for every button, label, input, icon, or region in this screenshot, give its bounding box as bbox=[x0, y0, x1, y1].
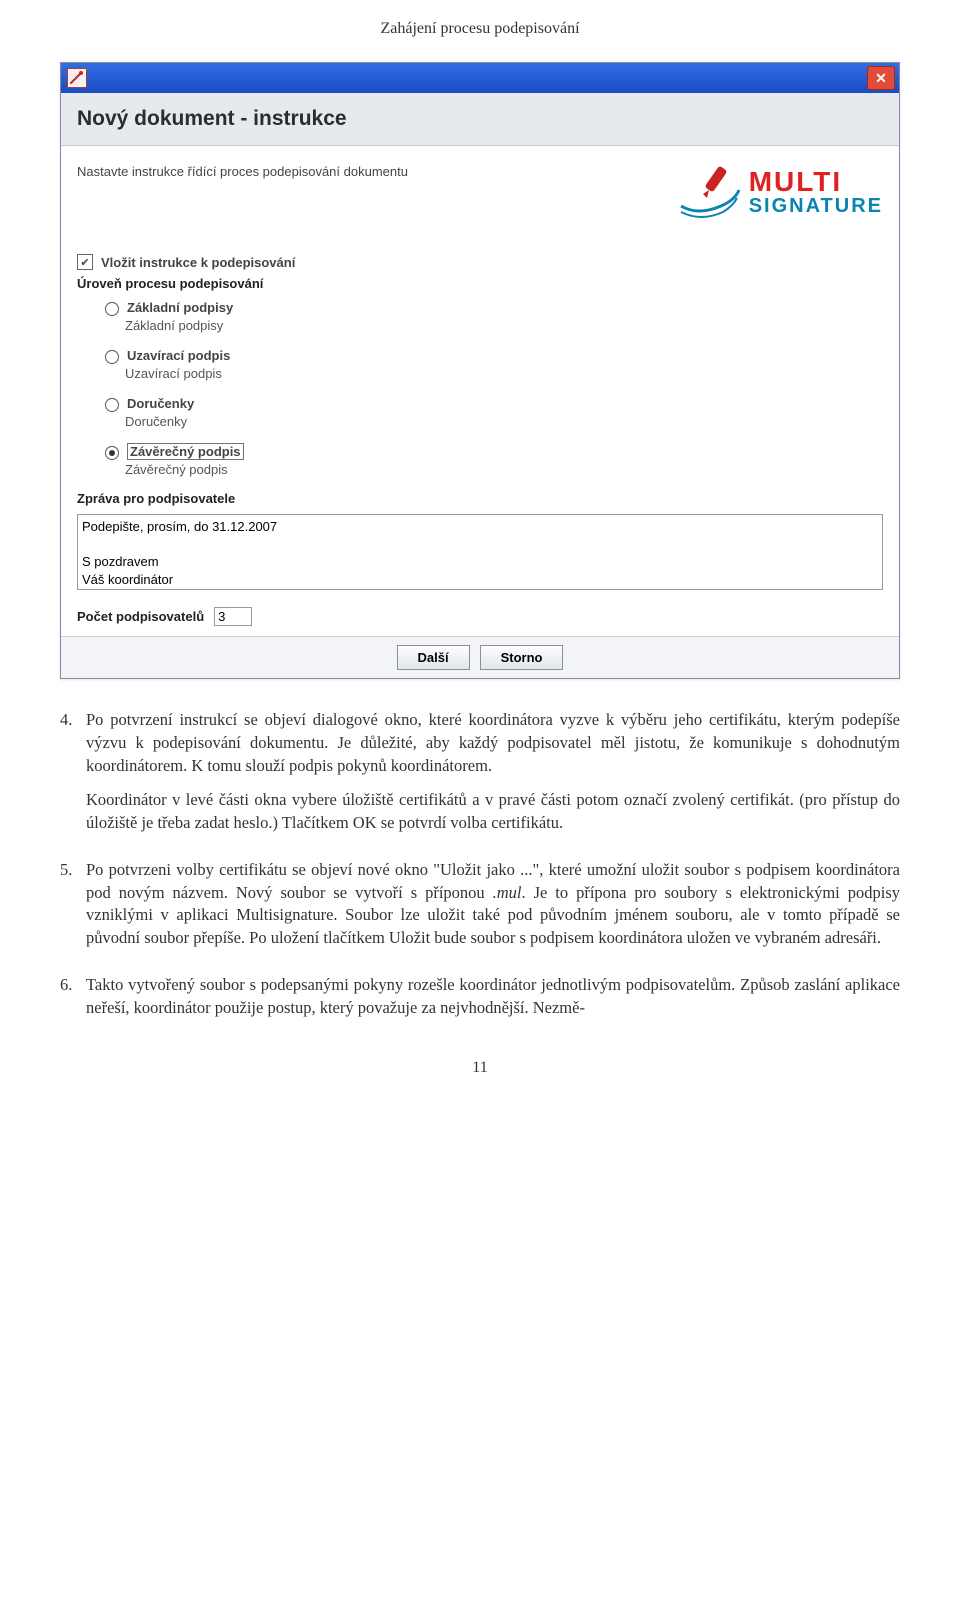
radio-final[interactable]: Závěrečný podpis bbox=[105, 443, 883, 460]
page-number: 11 bbox=[60, 1059, 900, 1077]
logo: MULTI SIGNATURE bbox=[673, 160, 883, 224]
file-ext: .mul bbox=[493, 883, 522, 902]
app-icon bbox=[67, 68, 87, 88]
dialog-title: Nový dokument - instrukce bbox=[61, 93, 899, 146]
insert-instructions-checkbox[interactable]: ✔ Vložit instrukce k podepisování bbox=[77, 254, 883, 270]
body-text: 4. Po potvrzení instrukcí se objeví dial… bbox=[60, 709, 900, 1031]
radio-desc: Závěrečný podpis bbox=[125, 462, 883, 477]
paragraph: Takto vytvořený soubor s podepsanými pok… bbox=[86, 974, 900, 1020]
list-item-5: 5. Po potvrzeni volby certifikátu se obj… bbox=[60, 859, 900, 962]
close-button[interactable]: ✕ bbox=[867, 66, 895, 90]
message-textarea[interactable] bbox=[77, 514, 883, 590]
next-button[interactable]: Další bbox=[397, 645, 470, 670]
message-heading: Zpráva pro podpisovatele bbox=[77, 491, 883, 506]
list-item-4: 4. Po potvrzení instrukcí se objeví dial… bbox=[60, 709, 900, 847]
radio-label: Základní podpisy bbox=[127, 300, 233, 315]
level-heading: Úroveň procesu podepisování bbox=[77, 276, 883, 291]
logo-line1: MULTI bbox=[749, 168, 883, 196]
dialog-intro: Nastavte instrukce řídící proces podepis… bbox=[77, 160, 408, 179]
list-marker: 5. bbox=[60, 859, 86, 962]
radio-desc: Doručenky bbox=[125, 414, 883, 429]
paragraph: Po potvrzení instrukcí se objeví dialogo… bbox=[86, 709, 900, 777]
radio-receipts[interactable]: Doručenky bbox=[105, 395, 883, 412]
list-marker: 4. bbox=[60, 709, 86, 847]
count-label: Počet podpisovatelů bbox=[77, 609, 204, 624]
logo-line2: SIGNATURE bbox=[749, 196, 883, 216]
paragraph: Koordinátor v levé části okna vybere úlo… bbox=[86, 789, 900, 835]
pen-swoosh-icon bbox=[673, 160, 743, 224]
radio-icon bbox=[105, 398, 119, 412]
radio-icon bbox=[105, 302, 119, 316]
radio-label: Doručenky bbox=[127, 396, 194, 411]
list-marker: 6. bbox=[60, 974, 86, 1032]
checkbox-label: Vložit instrukce k podepisování bbox=[101, 255, 295, 270]
radio-label: Závěrečný podpis bbox=[127, 443, 244, 460]
radio-basic[interactable]: Základní podpisy bbox=[105, 299, 883, 316]
radio-closing[interactable]: Uzavírací podpis bbox=[105, 347, 883, 364]
list-item-6: 6. Takto vytvořený soubor s podepsanými … bbox=[60, 974, 900, 1032]
radio-desc: Uzavírací podpis bbox=[125, 366, 883, 381]
radio-icon bbox=[105, 446, 119, 460]
checkbox-icon: ✔ bbox=[77, 254, 93, 270]
signing-level-radiogroup: Základní podpisy Základní podpisy Uzavír… bbox=[77, 299, 883, 477]
dialog-window: ✕ Nový dokument - instrukce Nastavte ins… bbox=[60, 62, 900, 679]
cancel-button[interactable]: Storno bbox=[480, 645, 564, 670]
radio-label: Uzavírací podpis bbox=[127, 348, 230, 363]
signer-count-input[interactable] bbox=[214, 607, 252, 626]
titlebar: ✕ bbox=[61, 63, 899, 93]
radio-icon bbox=[105, 350, 119, 364]
radio-desc: Základní podpisy bbox=[125, 318, 883, 333]
page-header: Zahájení procesu podepisování bbox=[60, 20, 900, 38]
paragraph: Po potvrzeni volby certifikátu se objeví… bbox=[86, 859, 900, 950]
button-bar: Další Storno bbox=[61, 636, 899, 678]
